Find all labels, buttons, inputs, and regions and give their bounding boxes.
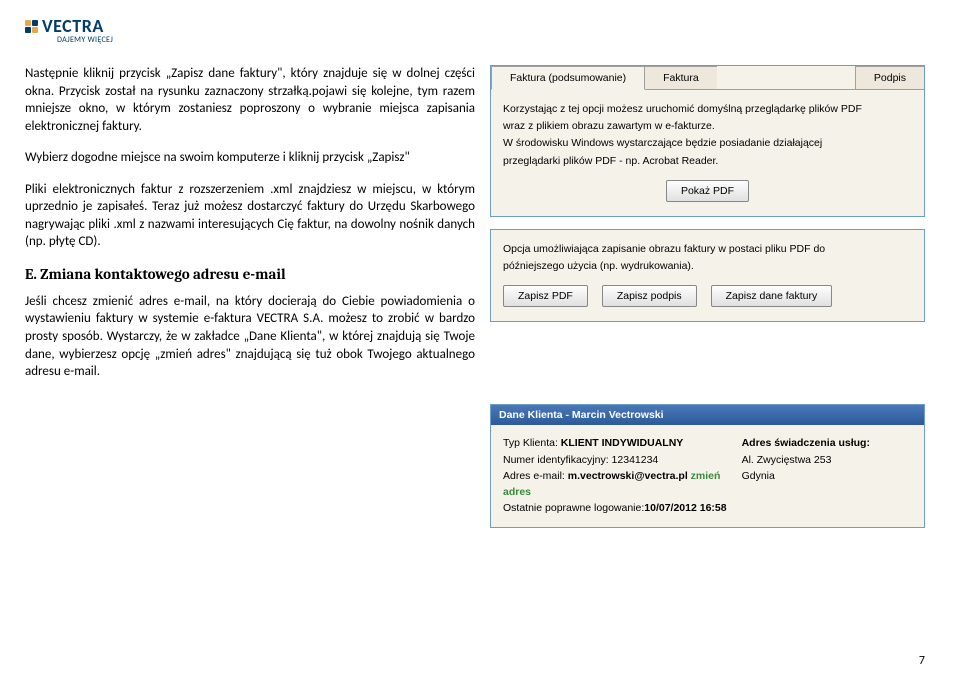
heading-e: E. Zmiana kontaktowego adresu e-mail xyxy=(25,265,475,283)
client-panel-title: Dane Klienta - Marcin Vectrowski xyxy=(491,405,924,425)
save-desc-line: późniejszego użycia (np. wydrukowania). xyxy=(503,259,912,273)
client-data-panel: Dane Klienta - Marcin Vectrowski Typ Kli… xyxy=(490,404,925,527)
save-invoice-data-button[interactable]: Zapisz dane faktury xyxy=(711,285,833,307)
tab-bar: Faktura (podsumowanie) Faktura Podpis xyxy=(491,66,924,90)
save-desc-line: Opcja umożliwiająca zapisanie obrazu fak… xyxy=(503,242,912,256)
logo: VECTRA DAJEMY WIĘCEJ xyxy=(25,15,925,45)
save-pdf-button[interactable]: Zapisz PDF xyxy=(503,285,588,307)
paragraph-1: Następnie kliknij przycisk „Zapisz dane … xyxy=(25,65,475,135)
service-address-street: Al. Zwycięstwa 253 xyxy=(742,452,912,468)
pdf-viewer-panel: Faktura (podsumowanie) Faktura Podpis Ko… xyxy=(490,65,925,217)
page-number: 7 xyxy=(919,654,925,668)
pdf-desc-line: W środowisku Windows wystarczające będzi… xyxy=(503,136,912,150)
save-signature-button[interactable]: Zapisz podpis xyxy=(602,285,697,307)
client-id-row: Numer identyfikacyjny: 12341234 xyxy=(503,452,742,468)
logo-brand: VECTRA xyxy=(42,15,104,37)
service-address-label: Adres świadczenia usług: xyxy=(742,435,912,451)
service-address-city: Gdynia xyxy=(742,468,912,484)
logo-squares-icon xyxy=(25,20,38,33)
client-type-row: Typ Klienta: KLIENT INDYWIDUALNY xyxy=(503,435,742,451)
paragraph-4: Jeśli chcesz zmienić adres e-mail, na kt… xyxy=(25,293,475,381)
paragraph-3: Pliki elektronicznych faktur z rozszerze… xyxy=(25,181,475,251)
tab-podpis[interactable]: Podpis xyxy=(855,66,925,89)
logo-tagline: DAJEMY WIĘCEJ xyxy=(57,35,925,45)
save-panel: Opcja umożliwiająca zapisanie obrazu fak… xyxy=(490,229,925,323)
client-email-row: Adres e-mail: m.vectrowski@vectra.pl zmi… xyxy=(503,468,742,501)
pdf-desc-line: przeglądarki plików PDF - np. Acrobat Re… xyxy=(503,154,912,168)
client-last-login-row: Ostatnie poprawne logowanie:10/07/2012 1… xyxy=(503,500,742,516)
pdf-desc-line: Korzystając z tej opcji możesz uruchomić… xyxy=(503,102,912,116)
pdf-desc-line: wraz z plikiem obrazu zawartym w e-faktu… xyxy=(503,119,912,133)
paragraph-2: Wybierz dogodne miejsce na swoim kompute… xyxy=(25,149,475,167)
tab-faktura-podsumowanie[interactable]: Faktura (podsumowanie) xyxy=(491,66,645,90)
show-pdf-button[interactable]: Pokaż PDF xyxy=(666,180,749,202)
tab-faktura[interactable]: Faktura xyxy=(644,66,718,89)
